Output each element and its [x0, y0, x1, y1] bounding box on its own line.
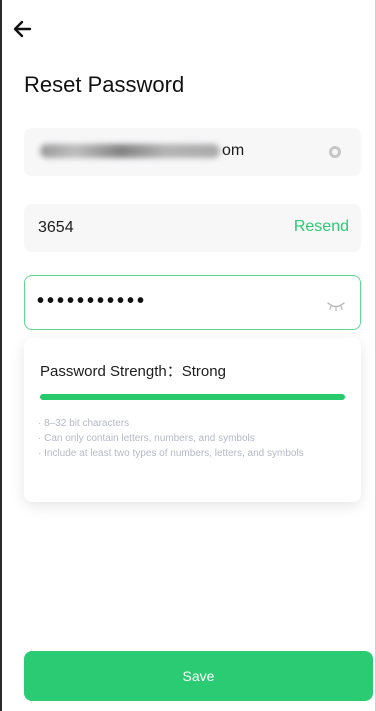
- password-masked-value: •••••••••••: [37, 290, 148, 312]
- clear-circle-icon[interactable]: [329, 146, 341, 158]
- password-rules: · 8–32 bit characters · Can only contain…: [28, 416, 345, 461]
- page-title: Reset Password: [24, 72, 185, 97]
- email-visible-suffix: om: [222, 142, 245, 159]
- email-field[interactable]: om: [24, 128, 361, 176]
- password-rule: · 8–32 bit characters: [38, 418, 130, 429]
- password-rule: · Can only contain letters, numbers, and…: [38, 433, 255, 444]
- password-strength-fill: [40, 394, 345, 400]
- verification-code-field[interactable]: 3654 Resend: [24, 204, 361, 252]
- email-redacted-blur: [40, 144, 220, 158]
- reset-password-screen: Reset Password om 3654 Resend ••••••••••…: [0, 0, 376, 711]
- password-strength-track: [40, 394, 345, 400]
- password-strength-label: Password Strength：Strong: [40, 363, 226, 380]
- back-button[interactable]: [10, 16, 36, 42]
- verification-code-value: 3654: [38, 219, 74, 236]
- password-strength-card: Password Strength：Strong · 8–32 bit char…: [24, 338, 361, 502]
- arrow-left-icon: [13, 20, 32, 38]
- resend-button[interactable]: Resend: [294, 218, 349, 236]
- password-rule: · Include at least two types of numbers,…: [38, 448, 304, 459]
- eye-closed-icon[interactable]: [326, 298, 346, 312]
- save-button[interactable]: Save: [24, 651, 373, 701]
- new-password-field[interactable]: •••••••••••: [24, 275, 361, 330]
